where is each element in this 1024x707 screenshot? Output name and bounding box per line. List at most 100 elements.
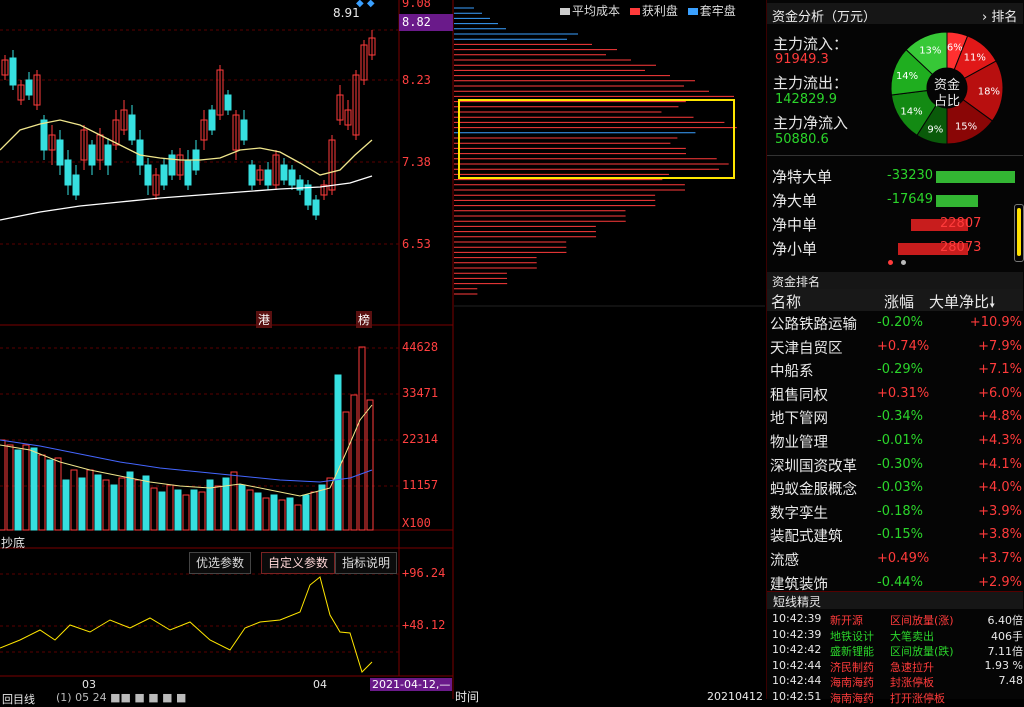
tab-optimized-params[interactable]: 优选参数 — [189, 552, 252, 574]
legend-swatch-avg — [560, 8, 570, 15]
volume-bar — [214, 485, 222, 531]
volume-label-2: 33471 — [402, 386, 439, 400]
ranking-change: +0.49% — [877, 551, 930, 566]
ranking-row[interactable]: 物业管理 -0.01% +4.3% — [769, 431, 1024, 454]
volume-bar — [126, 471, 134, 531]
short-stock: 盛新锂能 — [830, 645, 874, 659]
chip-highlight-box — [458, 99, 735, 179]
volume-bar — [86, 469, 94, 531]
flow-value: -33230 — [887, 168, 934, 183]
ranking-row[interactable]: 地下管网 -0.34% +4.8% — [769, 407, 1024, 430]
candle-body — [264, 169, 272, 186]
ranking-net: +3.9% — [978, 503, 1022, 519]
ranking-net: +10.9% — [969, 315, 1022, 330]
short-row[interactable]: 10:42:39 地铁设计 大笔卖出 406手 — [771, 628, 1024, 643]
scrollbar-track[interactable] — [1014, 204, 1024, 262]
volume-bar — [78, 477, 86, 531]
volume-bar — [102, 479, 110, 531]
candle-body — [64, 159, 72, 186]
flow-row: 净小单 28073 — [769, 238, 1024, 260]
ranking-net: +4.0% — [978, 480, 1022, 496]
volume-bar — [286, 497, 294, 531]
ranking-row[interactable]: 中船系 -0.29% +7.1% — [769, 360, 1024, 383]
ranking-change: -0.29% — [877, 362, 923, 378]
volume-bar — [70, 469, 78, 531]
flow-label: 净特大单 — [772, 168, 833, 186]
short-value: 406手 — [991, 629, 1023, 643]
volume-bar — [94, 474, 102, 531]
volume-bar — [6, 444, 14, 531]
ranking-row[interactable]: 流感 +0.49% +3.7% — [769, 549, 1024, 572]
vol-ma-line — [0, 439, 373, 483]
short-row[interactable]: 10:42:42 盛新锂能 区间放量(跌) 7.11倍 — [771, 643, 1024, 658]
candle-body — [104, 144, 112, 166]
inflow-label: 主力流入： — [773, 35, 849, 53]
ranking-net: +2.9% — [978, 574, 1022, 590]
flow-value: 22807 — [940, 216, 982, 231]
ranking-name: 深圳国资改革 — [770, 458, 857, 475]
col-change[interactable]: 涨幅 — [884, 291, 914, 312]
chip-legend: 平均成本 获利盘 套牢盘 — [560, 2, 736, 19]
indicator-name[interactable]: 抄底 — [1, 534, 25, 551]
legend-avg-cost: 平均成本 — [572, 4, 621, 18]
ranking-name: 装配式建筑 — [770, 529, 843, 546]
ranking-net: +4.3% — [978, 433, 1022, 448]
volume-bar — [158, 491, 166, 531]
candle-body — [9, 57, 17, 86]
volume-bar — [30, 447, 38, 531]
volume-label-4: 11157 — [402, 478, 439, 492]
col-net-label: 大单净比 — [929, 293, 990, 311]
candle-body — [144, 164, 152, 186]
short-event: 急速拉升 — [890, 660, 934, 674]
chip-time-label: 时间 — [455, 690, 480, 704]
short-value: 7.11倍 — [987, 645, 1024, 659]
volume-bar — [246, 489, 254, 531]
short-stock: 海南海药 — [830, 676, 874, 690]
ranking-row[interactable]: 蚂蚁金服概念 -0.03% +4.0% — [769, 478, 1024, 501]
ranking-row[interactable]: 天津自贸区 +0.74% +7.9% — [769, 337, 1024, 360]
short-event: 封涨停板 — [890, 676, 934, 690]
tag-list[interactable]: 榜 — [356, 311, 373, 328]
ranking-net: +3.7% — [978, 551, 1022, 566]
net-inflow-label: 主力净流入 — [773, 114, 849, 132]
tag-hk[interactable]: 港 — [256, 311, 273, 328]
ranking-row[interactable]: 租售同权 +0.31% +6.0% — [769, 384, 1024, 407]
candle-body — [248, 164, 256, 186]
tab-indicator-help[interactable]: 指标说明 — [335, 552, 398, 574]
ranking-change: -0.34% — [877, 409, 923, 425]
divider — [767, 155, 1023, 156]
ranking-row[interactable]: 公路铁路运输 -0.20% +10.9% — [769, 313, 1024, 336]
page-dot-active[interactable] — [888, 260, 893, 265]
ranking-net: +7.1% — [978, 362, 1022, 378]
volume-bar — [270, 494, 278, 531]
ranking-net: +4.1% — [978, 456, 1022, 472]
scrollbar-thumb[interactable] — [1017, 208, 1021, 256]
tab-custom-params[interactable]: 自定义参数 — [261, 552, 336, 574]
volume-bar — [150, 487, 158, 531]
ranking-row[interactable]: 装配式建筑 -0.15% +3.8% — [769, 525, 1024, 548]
ranking-name: 流感 — [770, 553, 799, 569]
short-row[interactable]: 10:42:44 海南海药 封涨停板 7.48 — [771, 674, 1024, 689]
ranking-row[interactable]: 深圳国资改革 -0.30% +4.1% — [769, 455, 1024, 478]
price-label-3: 7.38 — [402, 155, 431, 169]
volume-bar — [350, 394, 358, 531]
flow-bar — [936, 195, 978, 207]
short-row[interactable]: 10:42:39 新开源 区间放量(涨) 6.40倍 — [771, 612, 1024, 627]
price-label-current: 8.82 — [402, 15, 431, 29]
short-stock: 济民制药 — [830, 660, 874, 674]
ranking-name: 天津自贸区 — [770, 340, 843, 357]
short-row[interactable]: 10:42:51 海南海药 打开涨停板 — [771, 690, 1024, 705]
fund-rank-label: 排名 — [991, 10, 1018, 25]
short-row[interactable]: 10:42:44 济民制药 急速拉升 1.93 % — [771, 659, 1024, 674]
flow-value: -17649 — [887, 192, 934, 207]
short-time: 10:42:44 — [772, 658, 822, 672]
volume-bar — [238, 484, 246, 531]
col-name[interactable]: 名称 — [771, 291, 801, 312]
fund-rank-button[interactable]: › 排名 — [982, 6, 1017, 25]
ranking-title: 资金排名 — [772, 275, 821, 289]
ranking-row[interactable]: 数字孪生 -0.18% +3.9% — [769, 502, 1024, 525]
short-time: 10:42:44 — [772, 674, 822, 688]
volume-bar — [294, 504, 302, 531]
page-dot[interactable] — [901, 260, 906, 265]
volume-bar — [0, 439, 6, 531]
